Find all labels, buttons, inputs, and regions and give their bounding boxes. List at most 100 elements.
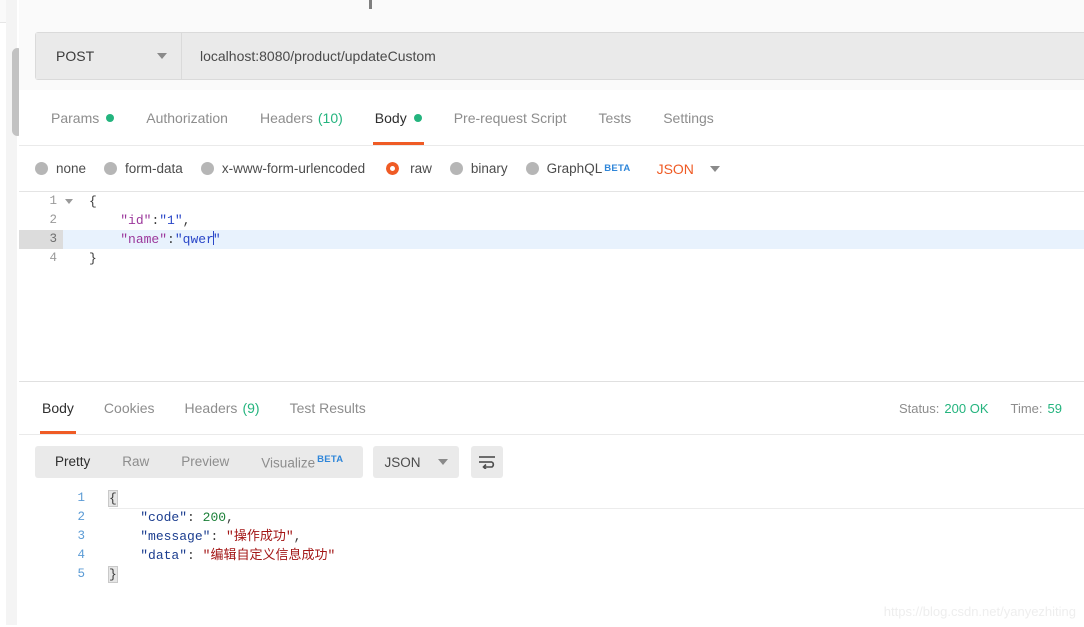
json-value: "操作成功" (226, 529, 294, 544)
tab-tests[interactable]: Tests (583, 90, 648, 145)
response-toolbar: Pretty Raw Preview Visualize BETA JSON (19, 435, 1084, 489)
body-type-none-label: none (56, 161, 87, 176)
json-comma: , (182, 213, 191, 228)
body-type-binary[interactable]: binary (449, 161, 508, 176)
graphql-beta-badge: BETA (604, 163, 631, 174)
response-tab-headers[interactable]: Headers (9) (170, 382, 275, 434)
body-type-form-data-label: form-data (125, 161, 183, 176)
body-type-selector: none form-data x-www-form-urlencoded raw… (19, 146, 1084, 192)
response-line: 2 "code": 200, (19, 508, 1084, 527)
line-number: 4 (19, 249, 63, 268)
json-key: "data" (140, 548, 188, 563)
line-number: 1 (19, 192, 73, 211)
json-value: "qwer (174, 232, 214, 247)
request-tab-strip-partial (19, 0, 1084, 23)
http-method-select[interactable]: POST (36, 33, 182, 79)
url-bar: POST localhost:8080/product/updateCustom (35, 32, 1084, 80)
wrap-lines-button[interactable] (471, 446, 504, 478)
editor-line[interactable]: 1 { (19, 192, 1084, 211)
json-value: "编辑自定义信息成功" (202, 548, 336, 563)
json-comma: , (226, 510, 234, 525)
response-tab-test-results-label: Test Results (289, 400, 366, 416)
view-mode-visualize-label: Visualize (261, 455, 316, 471)
tab-settings[interactable]: Settings (647, 90, 730, 145)
radio-icon (525, 162, 539, 175)
line-number-label: 1 (49, 194, 57, 208)
request-body-editor[interactable]: 1 { 2 "id":"1", 3 "name":"qwer" 4 } (19, 192, 1084, 380)
response-tab-cookies[interactable]: Cookies (89, 382, 170, 434)
raw-language-select[interactable]: JSON (657, 161, 720, 177)
response-line-code: "message": "操作成功", (93, 527, 301, 546)
response-line: 4 "data": "编辑自定义信息成功" (19, 546, 1084, 565)
tab-headers-count: (10) (317, 109, 343, 126)
response-line: 3 "message": "操作成功", (19, 527, 1084, 546)
tab-headers[interactable]: Headers (10) (244, 90, 359, 145)
body-type-urlencoded-label: x-www-form-urlencoded (221, 161, 366, 176)
line-number-label: 4 (49, 251, 57, 265)
tab-authorization[interactable]: Authorization (130, 90, 244, 145)
response-tab-headers-count: (9) (242, 400, 260, 416)
response-tab-body-label: Body (42, 400, 74, 416)
http-method-label: POST (56, 48, 95, 64)
view-mode-pretty[interactable]: Pretty (39, 446, 106, 478)
chevron-down-icon (438, 459, 449, 465)
line-number-label: 3 (49, 232, 57, 246)
json-value-quote: " (212, 232, 221, 247)
json-colon: : (167, 232, 175, 247)
editor-line-code: "name":"qwer" (63, 230, 221, 249)
wrap-lines-icon (479, 456, 496, 469)
body-type-form-data[interactable]: form-data (104, 161, 183, 176)
brace-open: { (89, 194, 97, 209)
brace-close: } (108, 566, 118, 583)
time-label: Time: (1010, 400, 1043, 416)
response-view-mode-group: Pretty Raw Preview Visualize BETA (35, 444, 364, 480)
json-comma: , (293, 529, 302, 544)
view-mode-preview[interactable]: Preview (165, 446, 245, 478)
tab-headers-label: Headers (259, 109, 313, 126)
json-value: "1" (159, 213, 183, 228)
line-number: 2 (19, 211, 63, 230)
response-tab-body[interactable]: Body (27, 382, 89, 434)
editor-line[interactable]: 4 } (19, 249, 1084, 268)
app-vertical-scrollbar-track[interactable] (6, 0, 23, 625)
editor-line[interactable]: 2 "id":"1", (19, 211, 1084, 230)
body-type-raw-label: raw (410, 161, 432, 176)
json-colon: : (187, 548, 203, 563)
response-line-code: } (93, 565, 118, 584)
radio-icon (35, 162, 48, 175)
body-type-graphql[interactable]: GraphQL BETA (525, 161, 631, 176)
url-input[interactable]: localhost:8080/product/updateCustom (182, 33, 1084, 79)
json-colon: : (187, 510, 203, 525)
response-pane: Body Cookies Headers (9) Test Results St… (19, 381, 1084, 627)
radio-icon (200, 162, 214, 175)
fold-caret-icon[interactable] (65, 199, 73, 204)
response-line: 1 { (19, 489, 1084, 508)
response-format-select[interactable]: JSON (373, 446, 460, 478)
editor-line-code: } (63, 249, 97, 268)
tab-pre-request-script[interactable]: Pre-request Script (438, 90, 583, 145)
watermark: https://blog.csdn.net/yanyezhiting (883, 604, 1076, 619)
view-mode-raw[interactable]: Raw (106, 446, 165, 478)
body-type-raw[interactable]: raw (383, 159, 432, 178)
tab-body[interactable]: Body (359, 90, 438, 145)
request-response-pane: POST localhost:8080/product/updateCustom… (19, 0, 1084, 627)
response-tab-test-results[interactable]: Test Results (275, 382, 381, 434)
raw-language-label: JSON (656, 160, 694, 177)
time-value[interactable]: 59 (1048, 401, 1062, 416)
line-number: 5 (77, 567, 85, 581)
editor-line-active[interactable]: 3 "name":"qwer" (19, 230, 1084, 249)
tab-params[interactable]: Params (35, 90, 130, 145)
body-type-urlencoded[interactable]: x-www-form-urlencoded (200, 161, 366, 176)
body-type-none[interactable]: none (35, 161, 86, 176)
view-mode-visualize[interactable]: Visualize BETA (245, 444, 359, 480)
tab-body-label: Body (374, 109, 407, 126)
line-number: 3 (19, 230, 63, 249)
request-tabs: Params Authorization Headers (10) Body P… (19, 90, 1084, 146)
response-line-code: { (93, 489, 118, 508)
body-type-graphql-label: GraphQL (546, 161, 603, 176)
brace-open: { (108, 490, 118, 507)
response-line-code: "code": 200, (93, 508, 234, 527)
status-badge[interactable]: 200 OK (944, 401, 988, 416)
params-modified-dot-icon (106, 113, 115, 122)
line-number: 1 (77, 491, 85, 505)
